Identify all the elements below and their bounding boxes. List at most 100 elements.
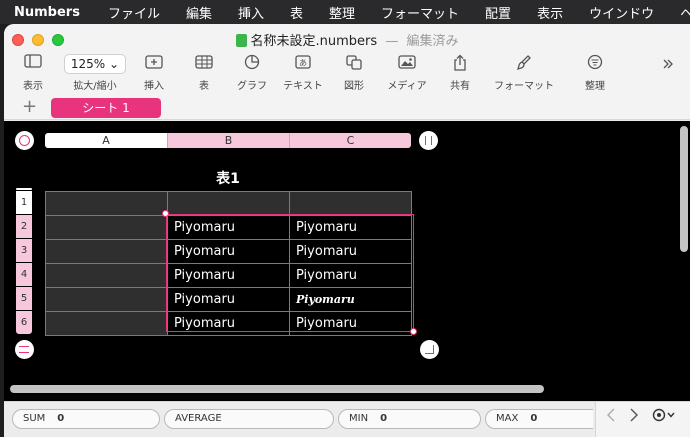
cell-b1[interactable] (167, 191, 290, 216)
menu-app-name[interactable]: Numbers (14, 5, 80, 20)
row-header-2[interactable]: 2 (16, 215, 32, 238)
cell-b5[interactable]: Piyomaru (167, 287, 290, 312)
status-bar: SUM 0 AVERAGE MIN 0 MAX 0 (4, 401, 690, 437)
average-summary[interactable]: AVERAGE (164, 409, 334, 429)
tab-sheet-1[interactable]: シート 1 (51, 98, 161, 118)
chart-button[interactable]: グラフ (232, 54, 272, 92)
row-header-3[interactable]: 3 (16, 239, 32, 262)
more-toolbar-button[interactable] (658, 57, 678, 77)
view-label: 表示 (23, 81, 43, 92)
sum-label: SUM (23, 413, 46, 424)
paintbrush-icon (489, 54, 559, 74)
cell-a5[interactable] (45, 287, 168, 312)
chevron-down-icon: ⌄ (109, 57, 120, 71)
menu-edit[interactable]: 編集 (186, 3, 212, 22)
menu-view[interactable]: 表示 (537, 3, 563, 22)
menu-table[interactable]: 表 (290, 3, 303, 22)
min-summary[interactable]: MIN 0 (338, 409, 481, 429)
previous-button[interactable] (606, 407, 616, 427)
table-row: Piyomaru Piyomaru (45, 215, 412, 240)
shape-label: 図形 (344, 81, 364, 92)
vertical-scrollbar[interactable] (680, 126, 688, 252)
chart-label: グラフ (237, 81, 267, 92)
view-button[interactable]: 表示 (14, 54, 52, 92)
column-header-c[interactable]: C (289, 133, 411, 148)
cell-c5[interactable]: Piyomaru (289, 287, 412, 312)
format-button[interactable]: フォーマット (489, 54, 559, 92)
document-title[interactable]: 名称未設定.numbers — 編集済み (4, 30, 690, 49)
numbers-window: 名称未設定.numbers — 編集済み 表示 125% ⌄ 拡大/縮小 挿入 (4, 24, 690, 437)
shape-button[interactable]: 図形 (338, 54, 370, 92)
cell-c1[interactable] (289, 191, 412, 216)
average-label: AVERAGE (175, 413, 222, 424)
add-column-handle[interactable] (419, 131, 438, 150)
column-header-b[interactable]: B (167, 133, 289, 148)
max-label: MAX (496, 413, 519, 424)
zoom-select[interactable]: 125% ⌄ (64, 54, 126, 74)
cell-b3[interactable]: Piyomaru (167, 239, 290, 264)
cell-a1[interactable] (45, 191, 168, 216)
organize-label: 整理 (585, 81, 605, 92)
row-header-top (16, 188, 32, 190)
selection-handle-bottom-right[interactable] (410, 328, 417, 335)
chevron-left-icon (607, 408, 615, 422)
next-button[interactable] (629, 407, 639, 427)
toolbar: 表示 125% ⌄ 拡大/縮小 挿入 表 グラフ あ テキスト 図形 メディア … (4, 54, 690, 94)
chart-icon (232, 54, 272, 74)
format-label: フォーマット (494, 81, 554, 92)
cell-b2[interactable]: Piyomaru (167, 215, 290, 240)
sheet-canvas[interactable]: A B C 表1 1 2 3 4 5 6 Piyomaru Piyomaru P… (4, 121, 690, 401)
cell-a4[interactable] (45, 263, 168, 288)
menu-arrange[interactable]: 配置 (485, 3, 511, 22)
media-button[interactable]: メディア (382, 54, 432, 92)
shape-icon (338, 54, 370, 74)
menu-insert[interactable]: 挿入 (238, 3, 264, 22)
sum-summary[interactable]: SUM 0 (12, 409, 160, 429)
organize-button[interactable]: 整理 (578, 54, 612, 92)
text-label: テキスト (283, 81, 323, 92)
sum-value: 0 (57, 413, 65, 424)
selection-handle-top-left[interactable] (162, 210, 169, 217)
menu-format[interactable]: フォーマット (381, 3, 459, 22)
select-table-handle[interactable] (15, 131, 34, 150)
share-button[interactable]: 共有 (444, 54, 476, 92)
min-label: MIN (349, 413, 369, 424)
insert-button[interactable]: 挿入 (136, 54, 172, 92)
table-label: 表 (199, 81, 209, 92)
add-row-handle[interactable] (15, 340, 34, 359)
cell-c2[interactable]: Piyomaru (289, 215, 412, 240)
cell-c4[interactable]: Piyomaru (289, 263, 412, 288)
menu-file[interactable]: ファイル (108, 3, 160, 22)
text-box-icon: あ (280, 54, 326, 74)
text-button[interactable]: あ テキスト (280, 54, 326, 92)
organize-icon (578, 54, 612, 74)
row-header-4[interactable]: 4 (16, 263, 32, 286)
menu-organize[interactable]: 整理 (329, 3, 355, 22)
menu-help[interactable]: ヘルプ (680, 3, 690, 22)
row-header-6[interactable]: 6 (16, 311, 32, 334)
column-header-a[interactable]: A (45, 133, 167, 148)
cell-a2[interactable] (45, 215, 168, 240)
cell-c3[interactable]: Piyomaru (289, 239, 412, 264)
row-header-1[interactable]: 1 (16, 191, 32, 214)
cell-b4[interactable]: Piyomaru (167, 263, 290, 288)
svg-text:あ: あ (299, 59, 307, 68)
chevron-right-icon (630, 408, 638, 422)
cell-a6[interactable] (45, 311, 168, 336)
row-header-5[interactable]: 5 (16, 287, 32, 310)
cell-a3[interactable] (45, 239, 168, 264)
horizontal-scrollbar[interactable] (10, 385, 544, 393)
max-summary[interactable]: MAX 0 (485, 409, 593, 429)
title-bar: 名称未設定.numbers — 編集済み 表示 125% ⌄ 拡大/縮小 挿入 (4, 24, 690, 120)
resize-table-handle[interactable] (420, 340, 439, 359)
menu-window[interactable]: ウインドウ (589, 3, 654, 22)
settings-menu-button[interactable] (650, 407, 678, 429)
table-button[interactable]: 表 (188, 54, 220, 92)
cell-b6[interactable]: Piyomaru (167, 311, 290, 336)
cell-c6[interactable]: Piyomaru (289, 311, 412, 336)
add-sheet-button[interactable]: + (22, 96, 37, 118)
zoom-control[interactable]: 125% ⌄ 拡大/縮小 (60, 54, 130, 92)
sheet-tab-bar: + シート 1 (4, 96, 690, 120)
table-title[interactable]: 表1 (167, 168, 289, 188)
table-row: Piyomaru Piyomaru (45, 239, 412, 264)
